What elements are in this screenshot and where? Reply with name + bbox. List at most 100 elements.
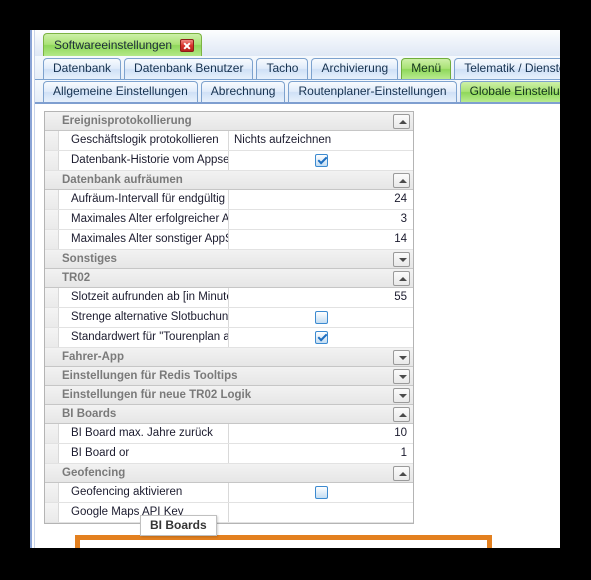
property-name: BI Board or xyxy=(59,444,229,463)
property-name: BI Board max. Jahre zurück xyxy=(59,424,229,443)
property-name: Datenbank-Historie vom Appser xyxy=(59,151,229,170)
tab-datenbank[interactable]: Datenbank xyxy=(43,58,122,79)
section-gutter xyxy=(45,171,59,189)
section-title: Sonstiges xyxy=(62,253,117,265)
property-value-number[interactable]: 3 xyxy=(229,210,413,229)
property-name: Geofencing aktivieren xyxy=(59,483,229,502)
property-name: Maximales Alter sonstiger AppS xyxy=(59,230,229,249)
property-row[interactable]: Standardwert für "Tourenplan a xyxy=(45,328,413,348)
property-row[interactable]: Datenbank-Historie vom Appser xyxy=(45,151,413,171)
property-name: Maximales Alter erfolgreicher Ap xyxy=(59,210,229,229)
section-header-geofencing[interactable]: Geofencing xyxy=(45,464,413,483)
subtab-globale-einstellungen[interactable]: Globale Einstellungen xyxy=(459,81,560,102)
section-header-fahrer-app[interactable]: Fahrer-App xyxy=(45,348,413,367)
property-value-text[interactable] xyxy=(229,503,413,522)
tab-label: Routenplaner-Einstellungen xyxy=(298,84,447,98)
tab-row-primary: Datenbank Datenbank Benutzer Tacho Archivie… xyxy=(35,56,560,80)
tab-label: Allgemeine Einstellungen xyxy=(53,84,188,98)
document-tab-softwareeinstellungen[interactable]: Softwareeinstellungen xyxy=(43,33,203,56)
expand-section-icon[interactable] xyxy=(393,251,410,267)
expand-section-icon[interactable] xyxy=(393,349,410,365)
row-gutter xyxy=(45,483,59,502)
property-value-checkbox-cell[interactable] xyxy=(229,308,413,327)
property-value-number[interactable]: 55 xyxy=(229,288,413,307)
property-row[interactable]: BI Board max. Jahre zurück 10 xyxy=(45,424,413,444)
property-row[interactable]: Strenge alternative Slotbuchung xyxy=(45,308,413,328)
property-value-checkbox-cell[interactable] xyxy=(229,328,413,347)
section-header-datenbank-aufr-umen[interactable]: Datenbank aufräumen xyxy=(45,171,413,190)
property-name: Standardwert für "Tourenplan a xyxy=(59,328,229,347)
property-row[interactable]: Slotzeit aufrunden ab [in Minute 55 xyxy=(45,288,413,308)
checkbox-checked-icon[interactable] xyxy=(314,154,328,167)
tab-label: Datenbank Benutzer xyxy=(134,61,244,75)
property-row[interactable]: Aufräum-Intervall für endgültig 24 xyxy=(45,190,413,210)
property-value-number[interactable]: 14 xyxy=(229,230,413,249)
row-gutter xyxy=(45,444,59,463)
section-gutter xyxy=(45,348,59,366)
tab-men[interactable]: Menü xyxy=(401,58,452,79)
tab-label: Menü xyxy=(411,61,442,75)
settings-window: Softwareeinstellungen Datenbank Datenbank… xyxy=(30,30,560,548)
tab-telematik-dienste[interactable]: Telematik / Dienste xyxy=(454,58,560,79)
subtab-routenplaner-einstellungen[interactable]: Routenplaner-Einstellungen xyxy=(288,81,457,102)
collapse-section-icon[interactable] xyxy=(393,406,410,422)
property-value-number[interactable]: 10 xyxy=(229,424,413,443)
row-gutter xyxy=(45,131,59,150)
section-gutter xyxy=(45,386,59,404)
property-row[interactable]: Geschäftslogik protokollieren Nichts aufz… xyxy=(45,131,413,151)
subtab-abrechnung[interactable]: Abrechnung xyxy=(200,81,286,102)
tab-row-secondary: Allgemeine Einstellungen Abrechnung Routen… xyxy=(35,80,560,104)
collapse-section-icon[interactable] xyxy=(393,172,410,188)
property-row[interactable]: Maximales Alter erfolgreicher Ap 3 xyxy=(45,210,413,230)
section-header-einstellungen-f-r-neue-tr02-logik[interactable]: Einstellungen für neue TR02 Logik xyxy=(45,386,413,405)
collapse-section-icon[interactable] xyxy=(393,465,410,481)
section-title: Ereignisprotokollierung xyxy=(62,115,192,127)
property-row[interactable]: Geofencing aktivieren xyxy=(45,483,413,503)
section-header-bi-boards[interactable]: BI Boards xyxy=(45,405,413,424)
row-gutter xyxy=(45,210,59,229)
tooltip-text: BI Boards xyxy=(150,518,207,532)
tab-label: Datenbank xyxy=(53,61,112,75)
document-tab-label: Softwareeinstellungen xyxy=(54,38,173,52)
tab-datenbank-benutzer[interactable]: Datenbank Benutzer xyxy=(124,58,254,79)
property-value-number[interactable]: 1 xyxy=(229,444,413,463)
tab-archivierung[interactable]: Archivierung xyxy=(311,58,399,79)
section-gutter xyxy=(45,405,59,423)
tab-label: Archivierung xyxy=(321,61,389,75)
property-value-text[interactable]: Nichts aufzeichnen xyxy=(229,131,413,150)
section-title: TR02 xyxy=(62,272,91,284)
collapse-section-icon[interactable] xyxy=(393,113,410,129)
section-header-einstellungen-f-r-redis-tooltips[interactable]: Einstellungen für Redis Tooltips xyxy=(45,367,413,386)
checkbox-checked-icon[interactable] xyxy=(314,331,328,344)
expand-section-icon[interactable] xyxy=(393,368,410,384)
section-header-ereignisprotokollierung[interactable]: Ereignisprotokollierung xyxy=(45,112,413,131)
section-gutter xyxy=(45,112,59,130)
window-titlebar: Softwareeinstellungen xyxy=(35,30,560,56)
row-gutter xyxy=(45,190,59,209)
tab-label: Abrechnung xyxy=(210,84,276,98)
row-gutter xyxy=(45,288,59,307)
property-row[interactable]: Maximales Alter sonstiger AppS 14 xyxy=(45,230,413,250)
property-value-checkbox-cell[interactable] xyxy=(229,151,413,170)
property-row[interactable]: BI Board or 1 xyxy=(45,444,413,464)
property-row[interactable]: Google Maps API Key xyxy=(45,503,413,523)
property-value-checkbox-cell[interactable] xyxy=(229,483,413,502)
section-header-sonstiges[interactable]: Sonstiges xyxy=(45,250,413,269)
expand-section-icon[interactable] xyxy=(393,387,410,403)
collapse-section-icon[interactable] xyxy=(393,270,410,286)
tab-tacho[interactable]: Tacho xyxy=(256,58,309,79)
property-value-number[interactable]: 24 xyxy=(229,190,413,209)
section-header-tr02[interactable]: TR02 xyxy=(45,269,413,288)
subtab-allgemeine-einstellungen[interactable]: Allgemeine Einstellungen xyxy=(43,81,198,102)
checkbox-unchecked-icon[interactable] xyxy=(314,311,328,324)
section-title: Einstellungen für Redis Tooltips xyxy=(62,370,238,382)
section-gutter xyxy=(45,367,59,385)
checkbox-unchecked-icon[interactable] xyxy=(314,486,328,499)
property-grid: Ereignisprotokollierung Geschäftslogik pr… xyxy=(44,111,414,524)
close-icon[interactable] xyxy=(180,38,195,52)
section-title: Datenbank aufräumen xyxy=(62,174,183,186)
settings-content-pane: Ereignisprotokollierung Geschäftslogik pr… xyxy=(35,104,560,548)
tab-label: Telematik / Dienste xyxy=(464,61,560,75)
section-title: Geofencing xyxy=(62,467,126,479)
tab-label: Tacho xyxy=(266,61,299,75)
